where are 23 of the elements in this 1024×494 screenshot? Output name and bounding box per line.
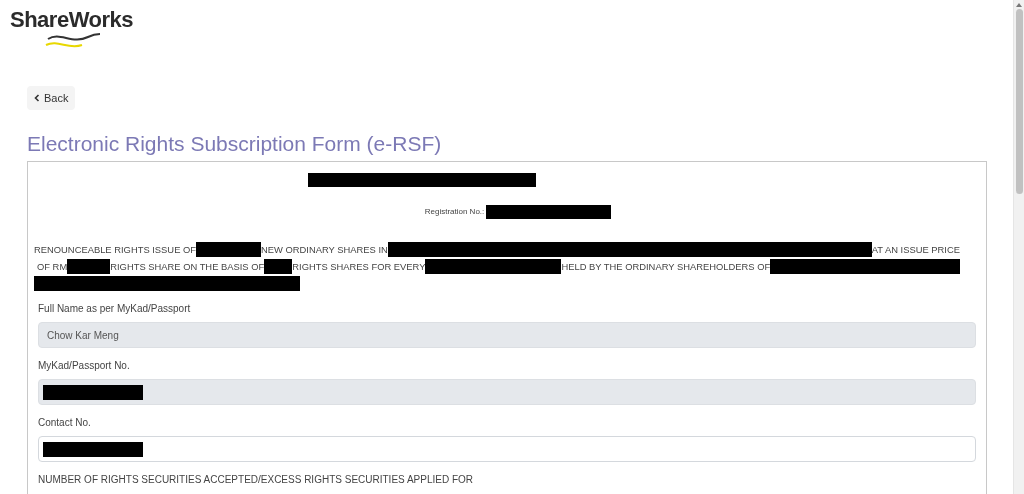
offer-text: RENOUNCEABLE RIGHTS ISSUE OF <box>34 243 196 256</box>
chevron-left-icon <box>34 94 40 102</box>
back-button[interactable]: Back <box>27 86 76 110</box>
registration-label: Registration No.: <box>424 206 485 218</box>
page-title: Electronic Rights Subscription Form (e-RSF) <box>27 131 443 157</box>
field-label: Full Name as per MyKad/Passport <box>38 303 192 315</box>
logo-text: ShareWorks <box>10 8 133 32</box>
section-heading: NUMBER OF RIGHTS SECURITIES ACCEPTED/EXCESS RIGHTS SECURITIES APPLIED FOR <box>38 474 475 486</box>
offer-text: RIGHTS SHARES FOR EVERY <box>292 260 426 273</box>
field-label: Contact No. <box>38 417 92 429</box>
input-field[interactable] <box>38 379 976 405</box>
field-label: MyKad/Passport No. <box>38 360 131 372</box>
offer-text: OF RM <box>37 260 68 273</box>
offer-text: AT AN ISSUE PRICE <box>871 243 960 256</box>
input-field[interactable] <box>38 436 976 462</box>
redaction-bar <box>264 259 293 274</box>
redaction-bar <box>67 259 111 274</box>
redaction-bar <box>196 242 261 257</box>
offer-text: HELD BY THE ORDINARY SHAREHOLDERS OF <box>561 260 771 273</box>
offer-text: NEW ORDINARY SHARES IN <box>261 243 388 256</box>
scrollbar-drawing[interactable] <box>1013 0 1024 494</box>
input-field[interactable]: Chow Kar Meng <box>38 322 976 348</box>
offer-text: RIGHTS SHARE ON THE BASIS OF <box>110 260 265 273</box>
